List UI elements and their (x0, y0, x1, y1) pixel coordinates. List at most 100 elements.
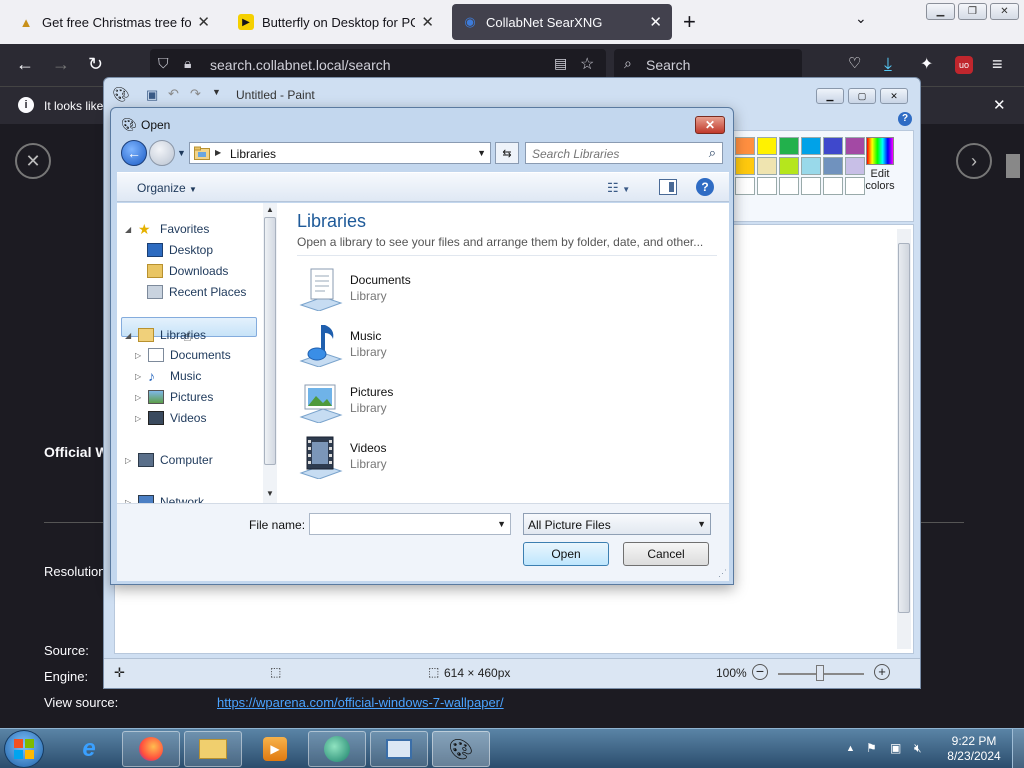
new-tab-plus-icon[interactable]: + (683, 9, 696, 35)
nav-item-documents[interactable]: ▷ Documents (135, 348, 231, 362)
close-tab-icon[interactable]: ✕ (197, 13, 210, 31)
scrollbar-thumb[interactable] (264, 217, 276, 465)
extensions-icon[interactable]: ✦ (920, 54, 933, 74)
color-swatch[interactable] (823, 157, 843, 175)
color-swatch[interactable] (779, 177, 799, 195)
resize-grip-icon[interactable]: ⋰ (718, 568, 727, 579)
library-item-videos[interactable]: Videos Library (297, 433, 597, 483)
volume-muted-icon[interactable]: 🔇︎ (914, 741, 922, 756)
redo-icon[interactable]: ↷ (190, 86, 201, 102)
nav-item-libraries[interactable]: ◢ Libraries (125, 328, 206, 342)
expanded-arrow-icon[interactable]: ◢ (125, 225, 135, 234)
downloads-icon[interactable]: ⤓ (884, 54, 892, 75)
bookmark-star-icon[interactable]: ☆ (580, 54, 594, 74)
shield-icon[interactable]: ⛉ (158, 55, 169, 72)
system-clock[interactable]: 9:22 PM 8/23/2024 (944, 734, 1004, 764)
color-swatch[interactable] (801, 157, 821, 175)
library-item-music[interactable]: Music Library (297, 321, 597, 371)
nav-item-recent-places[interactable]: Recent Places (147, 285, 246, 299)
nav-item-computer[interactable]: ▷ Computer (125, 453, 213, 467)
save-icon[interactable]: ▣ (146, 87, 158, 103)
nav-item-downloads[interactable]: Downloads (147, 264, 228, 278)
taskbar-internet-explorer[interactable]: e (60, 731, 118, 767)
close-window-button[interactable]: ✕ (990, 3, 1019, 20)
paint-app-icon[interactable]: 🎨︎ (112, 86, 130, 103)
zoom-in-button[interactable]: + (874, 664, 890, 680)
forward-arrow-icon[interactable]: → (52, 54, 70, 75)
url-text[interactable]: search.collabnet.local/search (210, 57, 391, 73)
search-icon[interactable]: ⌕ (709, 145, 716, 161)
view-source-link[interactable]: https://wparena.com/official-windows-7-w… (217, 695, 504, 710)
network-tray-icon[interactable]: ▣ (890, 741, 901, 755)
page-scrollbar-thumb[interactable] (1006, 154, 1020, 178)
scroll-down-arrow-icon[interactable]: ▼ (266, 489, 274, 498)
collapsed-arrow-icon[interactable]: ▷ (125, 456, 135, 465)
refresh-button[interactable]: ⇆ (495, 142, 519, 164)
cancel-button[interactable]: Cancel (623, 542, 709, 566)
action-center-flag-icon[interactable]: ⚑ (866, 741, 877, 755)
search-libraries-input[interactable] (532, 146, 702, 161)
nav-item-videos[interactable]: ▷ Videos (135, 411, 206, 425)
file-name-combobox[interactable]: ▼ (309, 513, 511, 535)
nav-pane-scrollbar[interactable]: ▲ ▼ (263, 203, 277, 503)
reload-icon[interactable]: ↻ (88, 54, 103, 75)
address-dropdown-icon[interactable]: ▼ (477, 148, 486, 158)
taskbar-firefox[interactable] (122, 731, 180, 767)
scroll-up-arrow-icon[interactable]: ▲ (266, 205, 274, 214)
collapsed-arrow-icon[interactable]: ▷ (135, 372, 145, 381)
nav-item-pictures[interactable]: ▷ Pictures (135, 390, 213, 404)
quick-access-dropdown-icon[interactable]: ▼ (212, 87, 221, 97)
open-button[interactable]: Open (523, 542, 609, 566)
lock-icon[interactable]: 🔒︎ (184, 55, 191, 72)
maximize-button[interactable]: ❐ (958, 3, 987, 20)
next-image-button[interactable]: › (956, 143, 992, 179)
color-swatch[interactable] (735, 137, 755, 155)
color-swatch[interactable] (735, 157, 755, 175)
tab-christmas-tree[interactable]: ▲ Get free Christmas tree for your ✕ (8, 4, 220, 40)
dialog-close-button[interactable]: ✕ (695, 116, 725, 134)
scrollbar-thumb[interactable] (898, 243, 910, 613)
show-desktop-button[interactable] (1012, 729, 1024, 768)
paint-minimize-button[interactable]: ▁ (816, 88, 844, 104)
color-swatch[interactable] (779, 157, 799, 175)
color-swatch[interactable] (823, 137, 843, 155)
paint-close-button[interactable]: ✕ (880, 88, 908, 104)
recent-locations-dropdown-icon[interactable]: ▼ (177, 148, 186, 158)
color-swatch[interactable] (823, 177, 843, 195)
color-swatch[interactable] (757, 157, 777, 175)
color-swatch[interactable] (735, 177, 755, 195)
taskbar-remote-desktop[interactable] (370, 731, 428, 767)
collapsed-arrow-icon[interactable]: ▷ (135, 351, 145, 360)
color-swatch[interactable] (779, 137, 799, 155)
library-item-pictures[interactable]: Pictures Library (297, 377, 597, 427)
zoom-out-button[interactable]: − (752, 664, 768, 680)
taskbar-media-player[interactable]: ▶ (246, 731, 304, 767)
back-button[interactable]: ← (121, 140, 147, 166)
close-viewer-button[interactable]: ✕ (15, 143, 51, 179)
tab-collabnet-searxng[interactable]: ◉ CollabNet SearXNG ✕ (452, 4, 672, 40)
address-bar[interactable]: ▶ Libraries ▼ (189, 142, 491, 164)
color-swatch[interactable] (757, 177, 777, 195)
edit-colors-button[interactable]: Edit colors (860, 137, 900, 192)
hamburger-menu-icon[interactable]: ≡ (992, 54, 1003, 75)
collapsed-arrow-icon[interactable]: ▷ (135, 393, 145, 402)
help-icon[interactable]: ? (696, 178, 714, 196)
pocket-icon[interactable]: ♡ (848, 54, 861, 72)
tab-butterfly[interactable]: ▶ Butterfly on Desktop for PC - D ✕ (228, 4, 444, 40)
file-name-input[interactable] (312, 516, 488, 532)
forward-button[interactable] (149, 140, 175, 166)
close-tab-icon[interactable]: ✕ (649, 13, 662, 31)
zoom-slider-thumb[interactable] (816, 665, 824, 681)
paint-maximize-button[interactable]: ▢ (848, 88, 876, 104)
taskbar-file-explorer[interactable] (184, 731, 242, 767)
address-breadcrumb[interactable]: Libraries (230, 147, 276, 161)
search-libraries-box[interactable]: ⌕ (525, 142, 723, 164)
show-hidden-icons-icon[interactable]: ▲ (846, 743, 855, 753)
taskbar-butterfly-app[interactable] (308, 731, 366, 767)
start-button[interactable] (4, 730, 44, 768)
file-type-filter-dropdown[interactable]: All Picture Files ▼ (523, 513, 711, 535)
ublock-icon[interactable]: uo (955, 56, 973, 74)
back-arrow-icon[interactable]: ← (16, 54, 34, 75)
taskbar-paint[interactable]: 🎨︎ (432, 731, 490, 767)
nav-item-music[interactable]: ▷ ♪ Music (135, 369, 201, 383)
